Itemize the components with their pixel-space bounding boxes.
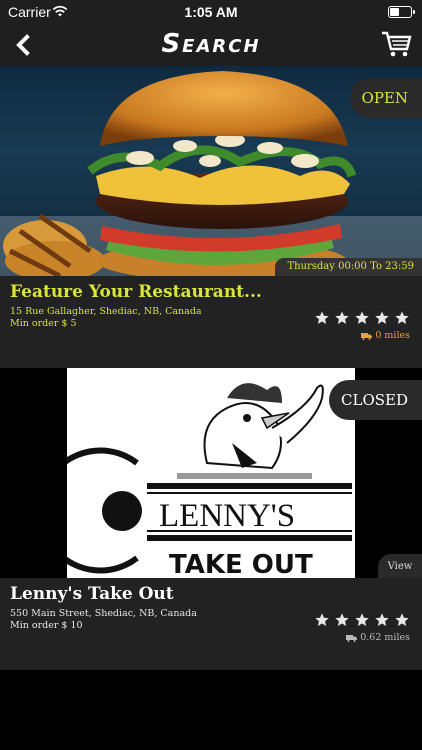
star-icon: [315, 311, 329, 324]
restaurant-card[interactable]: OPEN Thursday 00:00 To 23:59 Feature You…: [0, 66, 422, 368]
min-order-label: Min order $ 5: [10, 318, 77, 329]
cart-icon: [382, 31, 412, 57]
restaurant-address: 550 Main Street, Shediac, NB, Canada: [10, 608, 197, 619]
page-title: Search: [161, 29, 261, 59]
restaurant-photo: LENNY'S TAKE OUT CLOSED View: [0, 368, 422, 578]
restaurant-name[interactable]: Lenny's Take Out: [10, 584, 174, 604]
star-icon: [355, 613, 369, 626]
rating-stars: [314, 310, 410, 326]
star-icon: [335, 613, 349, 626]
distance-value: 0.62 miles: [360, 632, 410, 643]
min-order-label: Min order $ 10: [10, 620, 83, 631]
battery-icon: [388, 6, 415, 18]
open-status-badge: OPEN: [349, 78, 422, 118]
rating-stars: [314, 612, 410, 628]
nav-bar: Search: [0, 24, 422, 66]
logo-text-lennys: LENNY'S: [159, 498, 295, 534]
clock: 1:05 AM: [184, 4, 238, 20]
star-icon: [395, 613, 409, 626]
truck-icon: [361, 332, 373, 340]
distance-label: 0 miles: [361, 330, 410, 341]
truck-icon: [346, 634, 358, 642]
restaurant-photo: OPEN Thursday 00:00 To 23:59: [0, 66, 422, 276]
logo-text-takeout: TAKE OUT: [169, 550, 313, 578]
closed-status-badge: CLOSED: [329, 380, 422, 420]
hours-label: Thursday 00:00 To 23:59: [275, 258, 422, 276]
lennys-logo: LENNY'S TAKE OUT: [37, 383, 352, 578]
view-button[interactable]: View: [378, 554, 422, 578]
star-icon: [395, 311, 409, 324]
restaurant-card[interactable]: LENNY'S TAKE OUT CLOSED View Lenny's Tak…: [0, 368, 422, 670]
star-icon: [355, 311, 369, 324]
star-icon: [315, 613, 329, 626]
star-icon: [375, 311, 389, 324]
status-bar: Carrier 1:05 AM: [0, 0, 422, 24]
restaurant-address: 15 Rue Gallagher, Shediac, NB, Canada: [10, 306, 202, 317]
restaurant-logo: LENNY'S TAKE OUT: [37, 368, 355, 578]
star-icon: [335, 311, 349, 324]
restaurant-name[interactable]: Feature Your Restaurant...: [10, 282, 262, 302]
distance-label: 0.62 miles: [346, 632, 410, 643]
cart-button[interactable]: [380, 28, 414, 60]
distance-value: 0 miles: [375, 330, 410, 341]
star-icon: [375, 613, 389, 626]
